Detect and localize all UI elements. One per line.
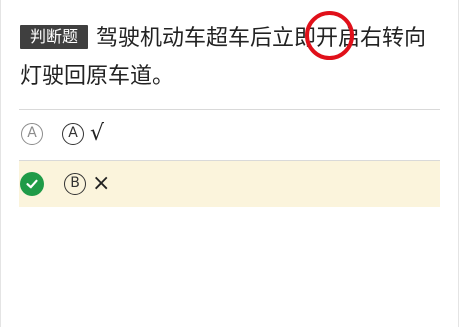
option-b-letter: B — [64, 173, 86, 195]
checkmark-icon — [26, 179, 38, 189]
question-block: 判断题 驾驶机动车超车后立即开启右转向灯驶回原车道。 — [20, 20, 440, 96]
option-a[interactable]: A A √ — [19, 111, 440, 157]
divider — [19, 109, 440, 110]
option-a-letter: A — [62, 123, 84, 145]
option-a-marker: A — [21, 123, 43, 145]
check-circle-icon — [20, 172, 44, 196]
option-b-text: × — [92, 171, 111, 196]
quiz-page: 判断题 驾驶机动车超车后立即开启右转向灯驶回原车道。 A A √ B × — [0, 0, 459, 327]
question-type-badge: 判断题 — [20, 25, 89, 49]
option-b[interactable]: B × — [19, 161, 440, 207]
option-a-text: √ — [90, 121, 105, 146]
